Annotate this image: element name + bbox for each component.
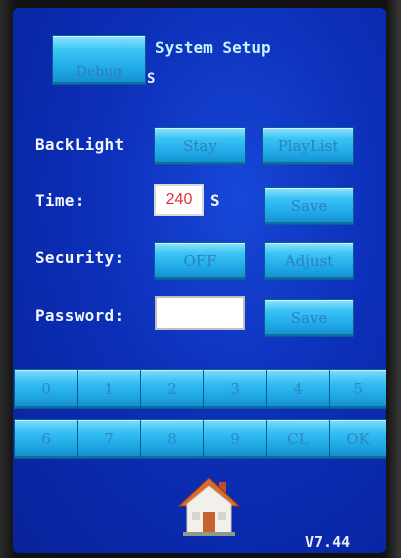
key-5[interactable]: 5 (330, 370, 386, 408)
security-label: Security: (35, 248, 125, 267)
password-save-button-label: Save (290, 309, 328, 327)
key-7[interactable]: 7 (78, 420, 140, 458)
key-label: 9 (230, 430, 240, 448)
page-title: System Setup (155, 38, 271, 57)
security-toggle-button[interactable]: OFF (155, 243, 245, 279)
stay-button[interactable]: Stay (155, 128, 245, 164)
time-input[interactable]: 240 (154, 184, 204, 216)
key-label: 6 (41, 430, 51, 448)
key-label: 0 (41, 380, 51, 398)
key-2[interactable]: 2 (141, 370, 203, 408)
key-label: 4 (293, 380, 303, 398)
key-0[interactable]: 0 (15, 370, 77, 408)
key-9[interactable]: 9 (204, 420, 266, 458)
key-6[interactable]: 6 (15, 420, 77, 458)
key-label: CL (287, 430, 309, 448)
key-8[interactable]: 8 (141, 420, 203, 458)
key-ok[interactable]: OK (330, 420, 386, 458)
debug-suffix: S (147, 71, 156, 87)
home-icon[interactable] (177, 474, 241, 538)
key-label: 5 (353, 380, 363, 398)
time-save-button-label: Save (290, 197, 328, 215)
key-label: 8 (167, 430, 177, 448)
device-bezel: Debug S System Setup BackLight Stay Play… (0, 0, 401, 558)
playlist-button-label: PlayList (277, 137, 339, 155)
key-label: 7 (104, 430, 114, 448)
backlight-label: BackLight (35, 135, 125, 154)
key-label: 2 (167, 380, 177, 398)
key-label: OK (346, 430, 370, 448)
stay-button-label: Stay (183, 137, 217, 155)
security-toggle-label: OFF (183, 252, 217, 270)
version-label: V7.44 (305, 533, 351, 551)
screen: Debug S System Setup BackLight Stay Play… (13, 8, 386, 553)
playlist-button[interactable]: PlayList (263, 128, 353, 164)
adjust-button-label: Adjust (284, 252, 334, 270)
key-1[interactable]: 1 (78, 370, 140, 408)
time-value: 240 (165, 191, 193, 208)
key-label: 3 (230, 380, 240, 398)
time-label: Time: (35, 191, 85, 210)
password-label: Password: (35, 306, 125, 325)
adjust-button[interactable]: Adjust (265, 243, 353, 279)
password-input[interactable] (155, 296, 245, 330)
debug-button-label: Debug (75, 64, 123, 80)
key-clear[interactable]: CL (267, 420, 329, 458)
key-3[interactable]: 3 (204, 370, 266, 408)
password-save-button[interactable]: Save (265, 300, 353, 336)
time-unit: S (210, 191, 220, 210)
debug-button[interactable]: Debug (53, 36, 145, 84)
key-4[interactable]: 4 (267, 370, 329, 408)
time-save-button[interactable]: Save (265, 188, 353, 224)
key-label: 1 (104, 380, 114, 398)
